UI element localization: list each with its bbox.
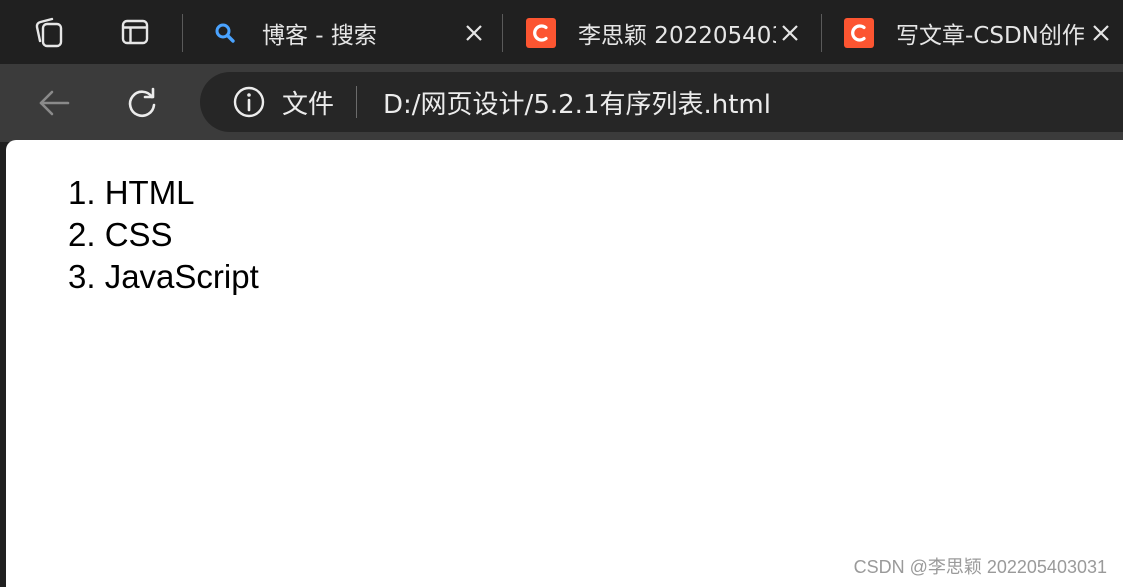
csdn-logo-icon bbox=[844, 18, 874, 48]
tab-close-button[interactable] bbox=[460, 19, 488, 47]
page-viewport: 1. HTML 2. CSS 3. JavaScript CSDN @李思颖 2… bbox=[6, 140, 1123, 587]
list-item-text: CSS bbox=[104, 216, 173, 253]
close-icon bbox=[1093, 25, 1109, 41]
close-icon bbox=[466, 25, 482, 41]
tab-favicon bbox=[844, 18, 874, 48]
watermark: CSDN @李思颖 202205403031 bbox=[853, 557, 1107, 577]
site-info-button[interactable]: 文件 bbox=[232, 82, 334, 122]
close-icon bbox=[782, 25, 798, 41]
reload-button[interactable] bbox=[120, 81, 164, 125]
tab-close-button[interactable] bbox=[776, 19, 804, 47]
reload-icon bbox=[128, 87, 156, 118]
tab-actions-button[interactable] bbox=[117, 14, 153, 50]
list-item: 2. CSS bbox=[68, 214, 259, 256]
search-icon bbox=[210, 18, 240, 48]
list-item: 1. HTML bbox=[68, 172, 259, 214]
tab-strip: 博客 - 搜索 李思颖 202205403031 bbox=[0, 0, 1123, 64]
tab-csdn-profile[interactable]: 李思颖 202205403031 bbox=[512, 8, 812, 58]
tab-bing-search[interactable]: 博客 - 搜索 bbox=[196, 8, 496, 58]
csdn-logo-icon bbox=[526, 18, 556, 48]
tab-strip-divider bbox=[182, 14, 183, 52]
collections-icon bbox=[35, 17, 63, 48]
tab-title: 李思颖 202205403031 bbox=[578, 23, 776, 49]
tab-csdn-editor[interactable]: 写文章-CSDN创作中心 bbox=[830, 8, 1123, 58]
site-label: 文件 bbox=[282, 89, 335, 120]
back-button[interactable] bbox=[32, 81, 76, 125]
tab-favicon bbox=[526, 18, 556, 48]
list-item-text: HTML bbox=[104, 174, 195, 211]
list-item-number: 2. bbox=[68, 216, 96, 253]
navigation-toolbar: 文件 D:/网页设计/5.2.1有序列表.html bbox=[0, 64, 1123, 142]
tab-divider bbox=[502, 14, 503, 52]
info-icon bbox=[233, 86, 265, 118]
url-text[interactable]: D:/网页设计/5.2.1有序列表.html bbox=[383, 84, 771, 121]
address-divider bbox=[356, 86, 358, 118]
list-item-number: 3. bbox=[68, 258, 96, 295]
list-item: 3. JavaScript bbox=[68, 256, 259, 298]
arrow-left-icon bbox=[39, 90, 70, 116]
tab-divider bbox=[821, 14, 822, 52]
list-item-number: 1. bbox=[68, 174, 96, 211]
collections-button[interactable] bbox=[32, 14, 68, 50]
tab-title: 写文章-CSDN创作中心 bbox=[896, 23, 1087, 49]
list-item-text: JavaScript bbox=[104, 258, 259, 295]
tab-actions-icon bbox=[121, 19, 149, 45]
tab-close-button[interactable] bbox=[1087, 19, 1115, 47]
tab-title: 博客 - 搜索 bbox=[262, 23, 377, 49]
address-bar[interactable]: 文件 D:/网页设计/5.2.1有序列表.html bbox=[200, 72, 1123, 132]
ordered-list: 1. HTML 2. CSS 3. JavaScript bbox=[68, 172, 259, 298]
browser-window: 博客 - 搜索 李思颖 202205403031 bbox=[0, 0, 1123, 587]
